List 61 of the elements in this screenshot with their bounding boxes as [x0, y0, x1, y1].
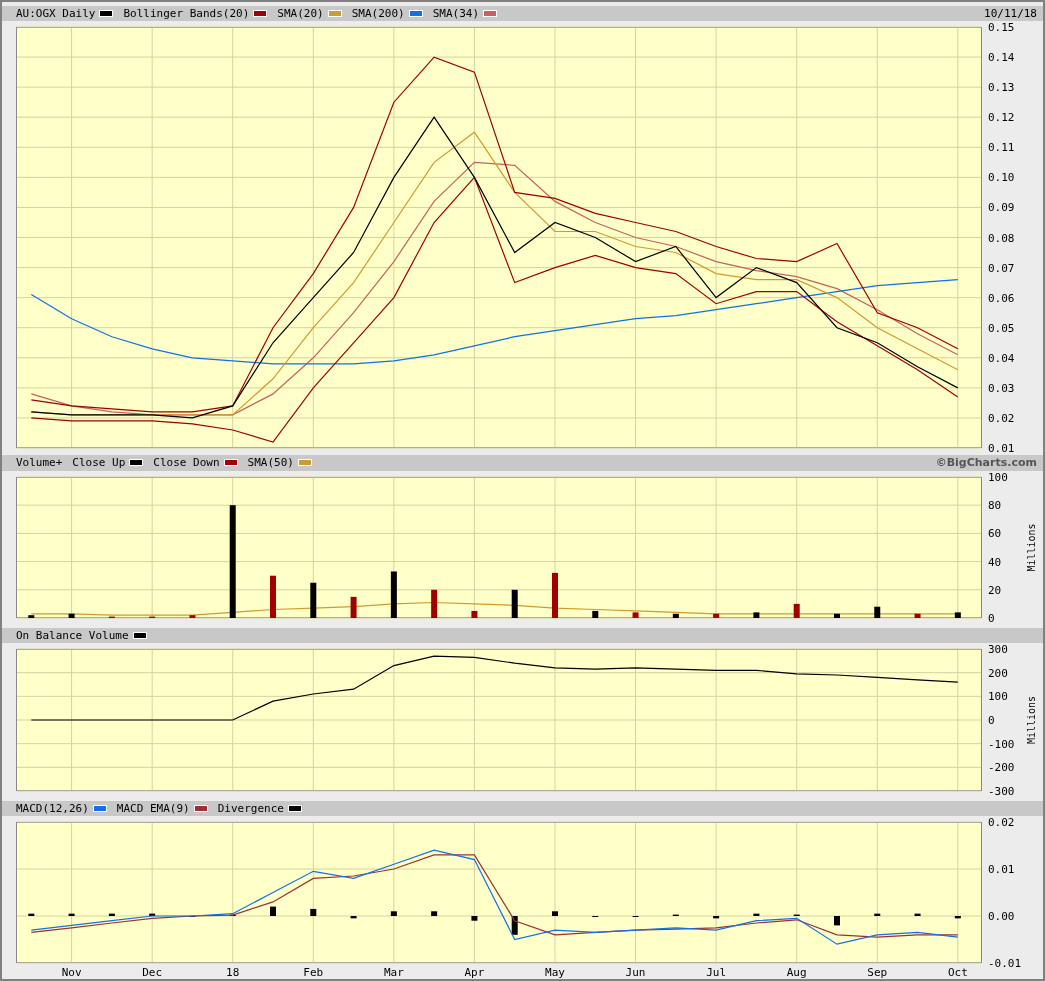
axis-tick-label: -100: [988, 737, 1015, 751]
axis-tick-label: 0.03: [988, 382, 1015, 396]
axis-tick-label: 0.05: [988, 321, 1015, 335]
axis-tick-label: 0.10: [988, 171, 1015, 185]
panel-title: Volume+: [16, 456, 63, 470]
legend-label: SMA(200): [351, 7, 405, 21]
axis-tick-label: Jul: [706, 966, 727, 979]
legend-label: Close Down: [153, 456, 220, 470]
axis-tick-label: Jun: [625, 966, 646, 979]
axis-tick-label: 0.15: [988, 21, 1015, 35]
legend-label: SMA(50): [247, 456, 294, 470]
copyright-text: ©BigCharts.com: [935, 456, 1037, 470]
axis-tick-label: 0.02: [988, 816, 1015, 829]
legend-label: Close Up: [72, 456, 126, 470]
axis-tick-label: 0.14: [988, 51, 1015, 65]
axis-tick-label: 0.07: [988, 261, 1015, 275]
axis-tick-label: Mar: [383, 966, 404, 979]
axis-tick-label: 0.12: [988, 111, 1015, 125]
axis-tick-label: 100: [988, 690, 1008, 704]
axis-tick-label: 0.13: [988, 81, 1015, 95]
axis-tick-label: 0.01: [988, 863, 1015, 876]
axis-tick-label: Apr: [464, 966, 485, 979]
axis-tick-label: -300: [988, 784, 1015, 795]
axis-tick-label: 18: [226, 966, 240, 979]
axis-tick-label: 0: [988, 713, 995, 727]
legend-label: Divergence: [217, 801, 284, 815]
axis-tick-label: 0: [988, 611, 995, 622]
legend-label: On Balance Volume: [16, 628, 129, 642]
axis-tick-label: Dec: [142, 966, 163, 979]
axis-tick-label: -200: [988, 761, 1015, 775]
axis-tick-label: 20: [988, 583, 1002, 597]
axis-tick-label: 0.00: [988, 910, 1015, 923]
legend-label: Bollinger Bands(20): [123, 7, 250, 21]
axis-tick-label: 0.02: [988, 412, 1015, 426]
axis-tick-label: Feb: [303, 966, 324, 979]
axis-tick-label: 0.01: [988, 442, 1015, 453]
axis-tick-label: 300: [988, 642, 1008, 656]
axis-title: Millions: [1026, 522, 1037, 572]
axis-tick-label: 0.09: [988, 201, 1015, 215]
axis-tick-label: 60: [988, 526, 1002, 540]
legend-label: SMA(34): [432, 7, 480, 21]
axis-tick-label: May: [545, 966, 565, 979]
legend-label: SMA(20): [277, 7, 324, 21]
axis-tick-label: 0.04: [988, 352, 1015, 366]
axis-tick-label: Nov: [61, 966, 82, 979]
axis-tick-label: -0.01: [988, 957, 1022, 970]
legend-label: MACD EMA(9): [116, 801, 190, 815]
axis-tick-label: 0.06: [988, 291, 1015, 305]
axis-tick-label: 0.11: [988, 141, 1015, 155]
axis-tick-label: Aug: [786, 966, 807, 979]
axis-title: Millions: [1026, 695, 1037, 744]
legend-label: AU:OGX Daily: [16, 7, 96, 21]
axis-tick-label: 200: [988, 666, 1008, 680]
axis-tick-label: 40: [988, 555, 1002, 569]
axis-tick-label: 100: [988, 470, 1008, 484]
axis-tick-label: Sep: [867, 966, 888, 979]
axis-tick-label: Oct: [947, 966, 968, 979]
date-label: 10/11/18: [984, 7, 1037, 21]
axis-tick-label: 0.08: [988, 231, 1015, 245]
legend-label: MACD(12,26): [16, 801, 89, 815]
axis-tick-label: 80: [988, 498, 1002, 512]
